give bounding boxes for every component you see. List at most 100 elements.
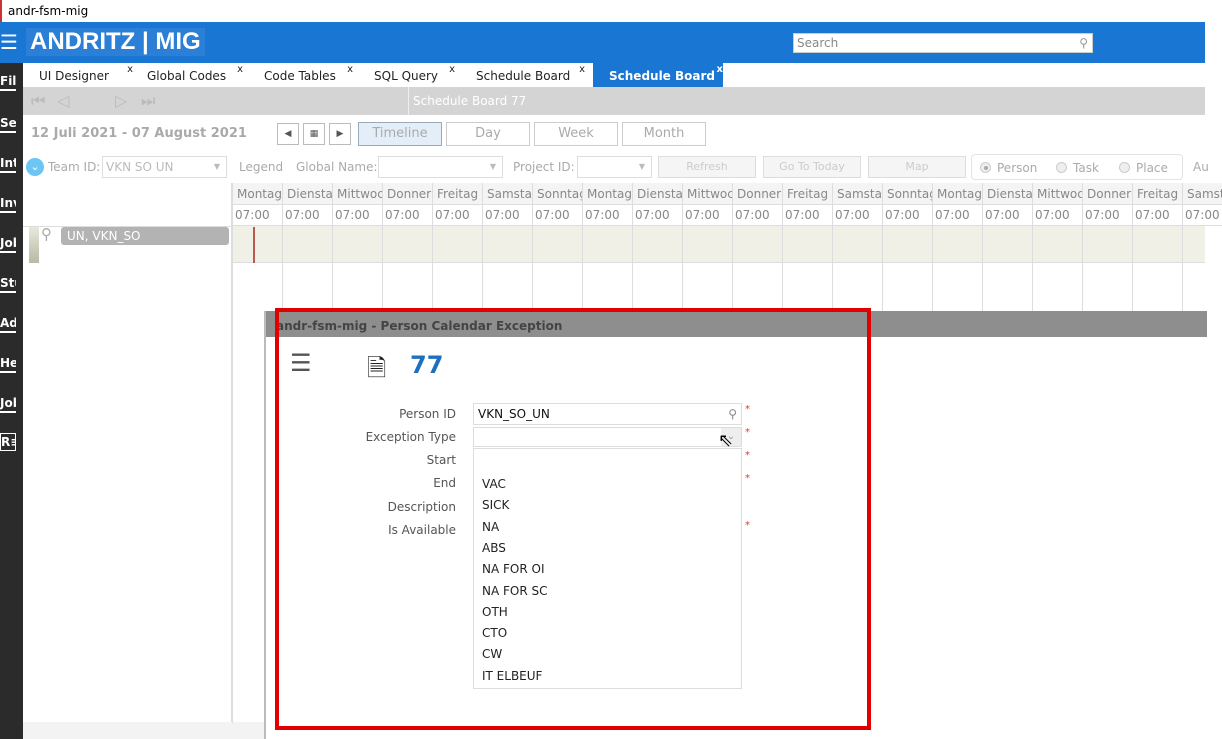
- calendar-button[interactable]: ▦: [303, 123, 325, 145]
- team-id-select[interactable]: VKN SO UN ▼: [102, 156, 227, 178]
- day-header: Montag: [583, 183, 632, 205]
- sidebar-item[interactable]: Ser: [0, 115, 16, 133]
- sidebar-item[interactable]: Job: [0, 235, 16, 253]
- window-title: andr-fsm-mig: [0, 0, 1222, 22]
- field-label: End: [433, 476, 456, 490]
- toolbar: ⏮ ◁ ▷ ⏭ Schedule Board 77: [23, 87, 1205, 115]
- dropdown-option[interactable]: OTH: [482, 605, 508, 619]
- day-header: Mittwoc: [1033, 183, 1082, 205]
- project-id-select[interactable]: ▼: [577, 156, 652, 178]
- day-header: Freitag: [783, 183, 832, 205]
- time-header: 07:00: [433, 205, 482, 226]
- close-icon[interactable]: x: [347, 57, 353, 83]
- tab-code-tables[interactable]: Code Tables x: [248, 63, 353, 87]
- search-placeholder: Search: [797, 36, 839, 50]
- tab-sql-query[interactable]: SQL Query x: [358, 63, 455, 87]
- last-icon[interactable]: ⏭: [141, 91, 155, 111]
- first-icon[interactable]: ⏮: [31, 91, 45, 111]
- radio-task[interactable]: Task: [1056, 161, 1099, 175]
- close-icon[interactable]: x: [579, 57, 585, 83]
- time-header: 07:00: [883, 205, 932, 226]
- day-header: Sonntag: [533, 183, 582, 205]
- sidebar-item[interactable]: Adm: [0, 315, 16, 333]
- day-header: Freitag: [1133, 183, 1182, 205]
- next-period-button[interactable]: ▶: [329, 123, 351, 145]
- extra-label: Au: [1193, 160, 1209, 174]
- date-range: 12 Juli 2021 - 07 August 2021: [31, 126, 247, 141]
- exception-type-dropdown: VAC SICK NA ABS NA FOR OI NA FOR SC OTH CTO CW IT…: [473, 448, 742, 689]
- sidebar-item[interactable]: Int: [0, 155, 16, 173]
- go-to-today-button[interactable]: Go To Today: [763, 156, 861, 178]
- menu-icon[interactable]: ☰: [0, 32, 18, 52]
- dropdown-option[interactable]: CW: [482, 647, 502, 661]
- sidebar-item[interactable]: Job: [0, 395, 16, 413]
- radio-person[interactable]: Person: [980, 161, 1037, 175]
- project-id-label: Project ID:: [513, 160, 575, 174]
- sidebar-item[interactable]: Stu: [0, 275, 16, 293]
- prev-icon[interactable]: ◁: [57, 91, 69, 110]
- person-id-input[interactable]: VKN_SO_UN ⚲: [473, 403, 742, 425]
- qr-icon[interactable]: R≡: [0, 433, 16, 451]
- view-week-button[interactable]: Week: [534, 122, 618, 146]
- legend-link[interactable]: Legend: [239, 160, 283, 174]
- logo: ANDRITZ | MIG: [26, 28, 205, 56]
- sidebar-item[interactable]: Hel: [0, 355, 16, 373]
- radio-place[interactable]: Place: [1119, 161, 1168, 175]
- tab-schedule-board[interactable]: Schedule Board x: [460, 63, 585, 87]
- tab-global-codes[interactable]: Global Codes x: [131, 63, 243, 87]
- sidebar-item[interactable]: Inv: [0, 195, 16, 213]
- time-header: 07:00: [1133, 205, 1182, 226]
- search-icon[interactable]: ⚲: [728, 404, 737, 424]
- view-day-button[interactable]: Day: [446, 122, 530, 146]
- person-row-label[interactable]: UN, VKN_SO: [61, 227, 229, 245]
- view-timeline-button[interactable]: Timeline: [358, 122, 442, 146]
- time-header: 07:00: [583, 205, 632, 226]
- exception-type-select[interactable]: ⌄: [473, 427, 742, 447]
- time-header: 07:00: [333, 205, 382, 226]
- close-icon[interactable]: x: [449, 57, 455, 83]
- global-name-select[interactable]: ▼: [378, 156, 503, 178]
- search-icon[interactable]: ⚲: [41, 225, 52, 243]
- list-icon[interactable]: ☰: [290, 349, 312, 377]
- dropdown-option[interactable]: SICK: [482, 498, 509, 512]
- day-header: Sonntag: [883, 183, 932, 205]
- close-icon[interactable]: x: [237, 57, 243, 83]
- tab-label: Global Codes: [147, 69, 227, 83]
- search-input[interactable]: Search ⚲: [793, 33, 1093, 53]
- close-icon[interactable]: x: [717, 57, 723, 83]
- view-month-button[interactable]: Month: [622, 122, 706, 146]
- dropdown-option[interactable]: NA FOR SC: [482, 584, 548, 598]
- resource-type-radio-group: Person Task Place: [971, 154, 1183, 180]
- dropdown-option[interactable]: VAC: [482, 477, 506, 491]
- required-marker: *: [745, 450, 750, 461]
- dropdown-option[interactable]: NA FOR OI: [482, 562, 544, 576]
- day-header: Donner: [1083, 183, 1132, 205]
- day-header: Diensta: [633, 183, 682, 205]
- row-indicator: [29, 227, 39, 263]
- dropdown-option[interactable]: CTO: [482, 626, 507, 640]
- tab-schedule-board[interactable]: Schedule Board x: [593, 63, 723, 87]
- prev-period-button[interactable]: ◀: [277, 123, 299, 145]
- time-header: 07:00: [533, 205, 582, 226]
- team-id-label: Team ID:: [48, 160, 101, 174]
- sidebar-item[interactable]: Fil: [0, 73, 16, 91]
- field-label: Start: [426, 453, 456, 467]
- map-button[interactable]: Map: [868, 156, 966, 178]
- expand-icon[interactable]: ⌄: [26, 158, 44, 176]
- dropdown-option[interactable]: IT ELBEUF: [482, 669, 542, 683]
- field-label: Exception Type: [365, 430, 456, 444]
- day-header: Samstag: [833, 183, 882, 205]
- next-icon[interactable]: ▷: [115, 91, 127, 110]
- dropdown-option[interactable]: NA: [482, 520, 499, 534]
- search-icon[interactable]: ⚲: [1079, 34, 1088, 52]
- tab-ui-designer[interactable]: UI Designer x: [23, 63, 133, 87]
- required-marker: *: [745, 520, 750, 531]
- document-icon: 🗎: [367, 354, 387, 382]
- time-header: 07:00: [1183, 205, 1222, 226]
- refresh-button[interactable]: Refresh: [658, 156, 756, 178]
- time-header: 07:00: [483, 205, 532, 226]
- toolbar-title: Schedule Board 77: [408, 87, 526, 115]
- time-header: 07:00: [933, 205, 982, 226]
- dropdown-option[interactable]: ABS: [482, 541, 506, 555]
- required-marker: *: [745, 473, 750, 484]
